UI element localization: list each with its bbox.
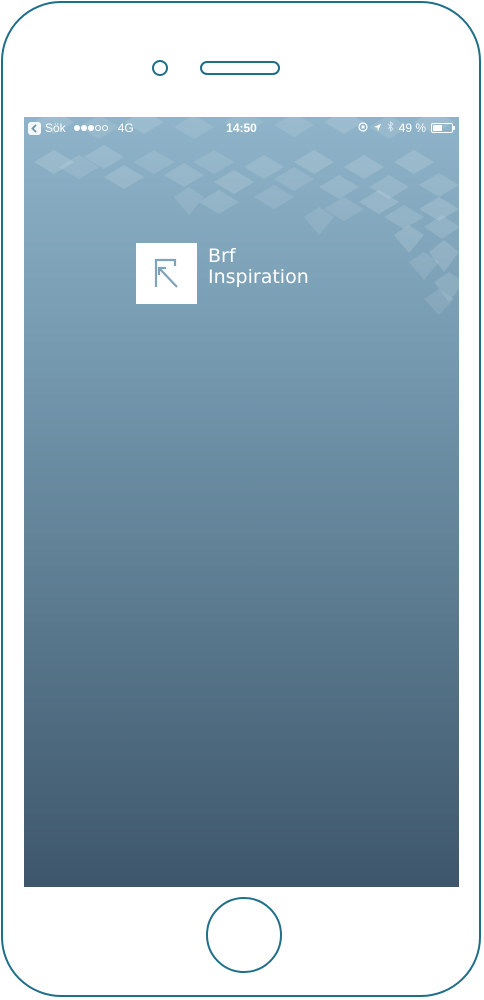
home-button[interactable] <box>206 897 282 973</box>
brand-name: Brf Inspiration <box>208 246 309 288</box>
app-screen: Sök 4G 14:50 49 % Brf Inspiration <box>24 117 459 887</box>
orientation-lock-icon <box>358 121 368 135</box>
status-bar: Sök 4G 14:50 49 % <box>24 117 459 139</box>
earpiece-speaker <box>200 61 280 75</box>
battery-percent: 49 % <box>398 121 426 135</box>
bluetooth-icon <box>387 120 394 135</box>
brand-line-1: Brf <box>208 245 236 267</box>
brand-line-2: Inspiration <box>208 266 309 288</box>
location-arrow-icon <box>373 121 382 135</box>
status-right: 49 % <box>358 120 455 135</box>
brf-logo-icon <box>136 243 197 304</box>
front-camera <box>152 60 168 76</box>
battery-icon <box>431 123 455 133</box>
